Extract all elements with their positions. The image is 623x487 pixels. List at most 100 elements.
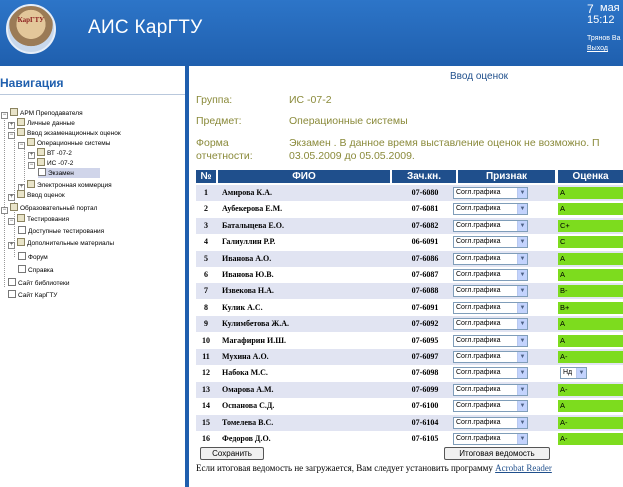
collapse-icon[interactable]: − (1, 112, 8, 119)
chevron-down-icon[interactable]: ▼ (517, 319, 527, 330)
priznak-select[interactable]: Согл.графика ▼ (453, 318, 528, 331)
priznak-select[interactable]: Согл.графика ▼ (453, 416, 528, 429)
record-book-number: 06-6091 (411, 237, 439, 247)
priznak-select[interactable]: Согл.графика ▼ (453, 252, 528, 265)
chevron-down-icon[interactable]: ▼ (517, 253, 527, 264)
chevron-down-icon[interactable]: ▼ (517, 384, 527, 395)
tree-item-materials[interactable]: + Дополнительные материалы (8, 238, 114, 249)
folder-icon (27, 138, 35, 146)
form-value-dates: 03.05.2009 до 05.05.2009. (289, 150, 415, 162)
priznak-select[interactable]: Согл.графика ▼ (453, 285, 528, 298)
chevron-down-icon[interactable]: ▼ (517, 335, 527, 346)
collapse-icon[interactable]: − (8, 218, 15, 225)
priznak-select[interactable]: Согл.графика ▼ (453, 383, 528, 396)
priznak-select[interactable]: Согл.графика ▼ (453, 203, 528, 216)
priznak-select[interactable]: Согл.графика ▼ (453, 334, 528, 347)
expand-icon[interactable]: + (8, 194, 15, 201)
acrobat-reader-link[interactable]: Acrobat Reader (495, 463, 552, 473)
grade-cell[interactable]: C+ (558, 219, 623, 232)
grade-cell[interactable]: A (558, 318, 623, 331)
grade-cell[interactable]: A- (558, 383, 623, 396)
grade-cell[interactable]: A (558, 269, 623, 281)
priznak-select[interactable]: Согл.графика ▼ (453, 187, 528, 199)
student-name: Кулимбетова Ж.А. (222, 319, 290, 329)
tree-item-is-07-2[interactable]: − ИС -07-2 (28, 158, 73, 169)
tree-item-library[interactable]: Сайт библиотеки (8, 278, 69, 288)
record-book-number: 07-6097 (411, 352, 439, 361)
grade-cell[interactable]: B+ (558, 301, 623, 314)
header-grade: Оценка (558, 170, 623, 183)
navigation-sidebar: Навигация − АРМ Преподавателя + Личные дан… (0, 66, 189, 487)
grade-cell[interactable]: A (558, 187, 623, 199)
priznak-select[interactable]: Согл.графика ▼ (453, 219, 528, 232)
tree-item-forum[interactable]: Форум (18, 252, 48, 262)
folder-icon (17, 238, 25, 246)
form-label: Форма (196, 137, 229, 149)
grade-cell[interactable]: A- (558, 351, 623, 363)
priznak-select[interactable]: Согл.графика ▼ (453, 301, 528, 314)
tree-item-vt-07-2[interactable]: + ВТ -07-2 (28, 148, 72, 159)
tree-item-os[interactable]: − Операционные системы (18, 138, 110, 149)
tree-item-help[interactable]: Справка (18, 265, 54, 275)
chevron-down-icon[interactable]: ▼ (517, 237, 527, 248)
priznak-select[interactable]: Согл.графика ▼ (453, 433, 528, 445)
collapse-icon[interactable]: − (28, 162, 35, 169)
grade-cell[interactable]: C (558, 236, 623, 249)
chevron-down-icon[interactable]: ▼ (517, 401, 527, 412)
university-logo[interactable] (6, 4, 56, 54)
final-statement-button[interactable]: Итоговая ведомость (444, 447, 550, 460)
tree-item-arm[interactable]: − АРМ Преподавателя (1, 108, 83, 119)
tree-item-testing[interactable]: − Тестирования (8, 214, 69, 225)
grade-cell[interactable]: A (558, 400, 623, 413)
student-name: Оспанова С.Д. (222, 401, 275, 411)
tree-item-exam[interactable]: Экзамен (38, 168, 100, 178)
chevron-down-icon[interactable]: ▼ (517, 270, 527, 280)
row-number: 7 (204, 286, 208, 296)
chevron-down-icon[interactable]: ▼ (517, 434, 527, 444)
collapse-icon[interactable]: − (18, 142, 25, 149)
tree-item-personal[interactable]: + Личные данные (8, 118, 75, 129)
row-number: 14 (202, 401, 210, 411)
expand-icon[interactable]: + (8, 242, 15, 249)
chevron-down-icon[interactable]: ▼ (517, 368, 527, 379)
tree-item-available-tests[interactable]: Доступные тестирования (18, 226, 104, 236)
chevron-down-icon[interactable]: ▼ (517, 220, 527, 231)
tree-item-enter-grades[interactable]: + Ввод оценок (8, 190, 65, 201)
priznak-select[interactable]: Согл.графика ▼ (453, 367, 528, 380)
collapse-icon[interactable]: − (8, 132, 15, 139)
document-icon (18, 265, 26, 273)
priznak-select[interactable]: Согл.графика ▼ (453, 351, 528, 363)
record-book-number: 07-6087 (411, 270, 439, 279)
user-name: Трянов Ва (587, 35, 621, 42)
header-priznak: Признак (458, 170, 555, 183)
grade-cell[interactable]: A (558, 252, 623, 265)
chevron-down-icon[interactable]: ▼ (517, 188, 527, 198)
priznak-select[interactable]: Согл.графика ▼ (453, 236, 528, 249)
grade-cell[interactable]: A- (558, 433, 623, 445)
chevron-down-icon[interactable]: ▼ (517, 302, 527, 313)
grade-cell[interactable]: A- (558, 416, 623, 429)
grade-select[interactable]: Нд ▼ (560, 367, 587, 380)
priznak-select[interactable]: Согл.графика ▼ (453, 400, 528, 413)
tree-item-exam-grades[interactable]: − Ввод экзаменационных оценок (8, 128, 121, 139)
student-name: Магафирин И.Ш. (222, 335, 287, 345)
collapse-icon[interactable]: − (1, 207, 8, 214)
row-number: 13 (202, 384, 210, 394)
chevron-down-icon[interactable]: ▼ (576, 368, 586, 379)
logout-link[interactable]: Выход (587, 45, 608, 52)
priznak-select[interactable]: Согл.графика ▼ (453, 269, 528, 281)
grade-cell[interactable]: A (558, 334, 623, 347)
grade-cell[interactable]: A (558, 203, 623, 216)
chevron-down-icon[interactable]: ▼ (517, 286, 527, 297)
table-row: 6 Иванова Ю.В. 07-6087 Согл.графика ▼ A (196, 267, 623, 283)
tree-item-ecommerce[interactable]: + Электронная коммерция (18, 180, 112, 191)
chevron-down-icon[interactable]: ▼ (517, 352, 527, 362)
tree-item-portal[interactable]: − Образовательный портал (1, 203, 97, 214)
document-icon (18, 252, 26, 260)
chevron-down-icon[interactable]: ▼ (517, 204, 527, 215)
row-number: 6 (204, 270, 208, 279)
save-button[interactable]: Сохранить (200, 447, 264, 460)
tree-item-site[interactable]: Сайт КарГТУ (8, 290, 57, 300)
grade-cell[interactable]: B- (558, 285, 623, 298)
chevron-down-icon[interactable]: ▼ (517, 417, 527, 428)
